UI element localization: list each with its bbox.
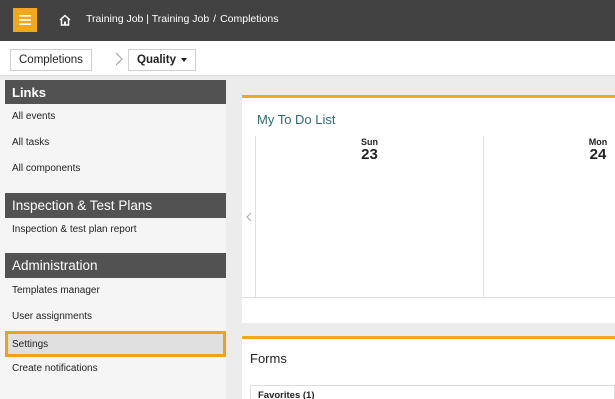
favorites-row[interactable]: Favorites (1) <box>250 385 615 399</box>
caret-down-icon <box>180 58 187 62</box>
top-bar: Training Job | Training Job / Completion… <box>0 0 615 41</box>
sidebar-item-user-assignments[interactable]: User assignments <box>5 305 226 327</box>
sidebar-item-all-components[interactable]: All components <box>5 157 226 179</box>
sidebar: Links All events All tasks All component… <box>0 80 226 399</box>
sidebar-item-create-notifications[interactable]: Create notifications <box>5 357 226 379</box>
sidebar-item-templates-manager[interactable]: Templates manager <box>5 279 226 301</box>
module-bar: Completions Quality <box>0 41 615 76</box>
home-icon[interactable] <box>58 13 72 27</box>
chevron-left-icon <box>245 212 251 222</box>
todo-panel: My To Do List Sun 23 Mon 24 <box>242 95 615 323</box>
day-number: 23 <box>361 146 378 163</box>
forms-title: Forms <box>250 351 287 366</box>
hamburger-icon <box>19 15 31 25</box>
forms-panel: Forms Favorites (1) <box>242 336 615 399</box>
calendar-prev-button[interactable] <box>242 136 256 298</box>
sidebar-section-itp: Inspection & Test Plans <box>5 193 226 218</box>
sidebar-section-links: Links <box>5 80 226 104</box>
calendar-day[interactable]: Sun 23 <box>256 136 484 298</box>
quality-label: Quality <box>137 54 176 66</box>
sidebar-item-all-tasks[interactable]: All tasks <box>5 131 226 153</box>
quality-dropdown[interactable]: Quality <box>128 49 196 71</box>
chevron-right-icon <box>115 52 123 66</box>
day-number: 24 <box>589 146 607 163</box>
calendar: Sun 23 Mon 24 <box>242 136 615 298</box>
calendar-day[interactable]: Mon 24 <box>484 136 615 298</box>
breadcrumb-separator: / <box>213 13 217 25</box>
breadcrumb-completions[interactable]: Completions <box>220 13 278 25</box>
completions-button[interactable]: Completions <box>10 49 92 71</box>
sidebar-section-administration: Administration <box>5 253 226 278</box>
breadcrumb: Training Job | Training Job / Completion… <box>86 13 278 25</box>
todo-title: My To Do List <box>257 112 336 127</box>
sidebar-item-itp-report[interactable]: Inspection & test plan report <box>5 218 226 240</box>
hamburger-menu-button[interactable] <box>13 8 37 32</box>
sidebar-item-all-events[interactable]: All events <box>5 105 226 127</box>
breadcrumb-project[interactable]: Training Job | Training Job <box>86 13 209 25</box>
sidebar-item-settings[interactable]: Settings <box>5 331 226 357</box>
